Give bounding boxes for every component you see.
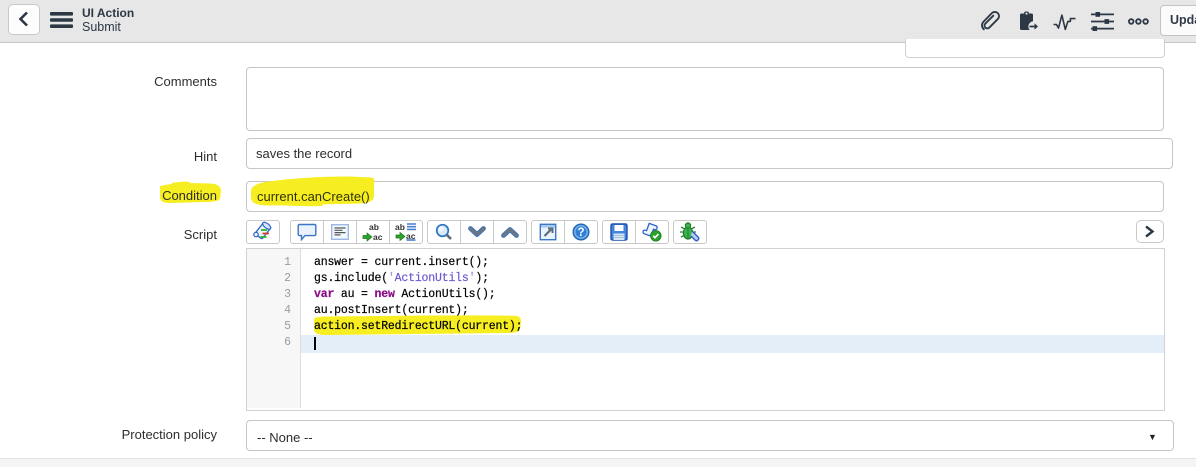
svg-text:ab: ab	[395, 222, 405, 232]
svg-text:ab: ab	[369, 222, 379, 232]
svg-text:ac: ac	[373, 232, 383, 242]
svg-text:?: ?	[577, 227, 584, 239]
